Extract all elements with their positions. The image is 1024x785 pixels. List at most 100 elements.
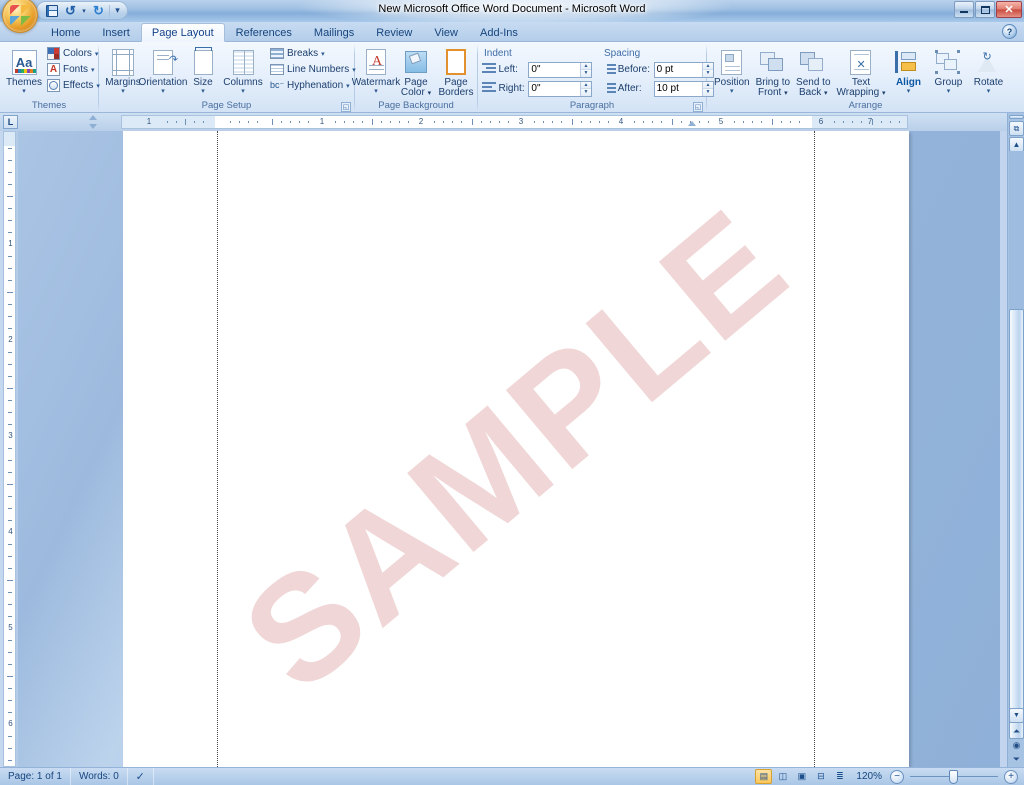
- close-button[interactable]: ✕: [996, 1, 1022, 18]
- document-page[interactable]: SAMPLE: [123, 131, 909, 767]
- scroll-up-arrow[interactable]: ▲: [1009, 137, 1024, 152]
- tab-home[interactable]: Home: [40, 23, 91, 42]
- vertical-ruler[interactable]: 1 2 3 4 5 6: [3, 131, 16, 767]
- theme-fonts-button[interactable]: A Fonts ▾: [44, 62, 103, 77]
- horizontal-ruler[interactable]: 1 1 2 3 4 5 6 7: [121, 115, 908, 129]
- margins-button[interactable]: Margins ▾: [103, 45, 143, 95]
- chevron-down-icon: ▾: [121, 88, 125, 95]
- ruler-number: 1: [146, 117, 152, 126]
- text-wrapping-button[interactable]: ✕ Text Wrapping ▾: [834, 45, 889, 99]
- spin-up-icon[interactable]: ▲: [580, 62, 591, 70]
- document-canvas[interactable]: SAMPLE: [18, 131, 1000, 767]
- indent-left-stepper[interactable]: ▲▼: [528, 61, 592, 78]
- indent-left-input[interactable]: [529, 62, 580, 77]
- breaks-button[interactable]: Breaks ▾: [267, 46, 359, 61]
- tab-mailings[interactable]: Mailings: [303, 23, 365, 42]
- breaks-icon: [270, 48, 284, 59]
- view-full-screen-reading[interactable]: ◫: [774, 769, 791, 784]
- vertical-ruler-area: 1 2 3 4 5 6: [0, 131, 18, 767]
- first-line-indent-marker[interactable]: [89, 115, 98, 129]
- tab-references[interactable]: References: [225, 23, 303, 42]
- send-to-back-button[interactable]: Send to Back ▾: [793, 45, 833, 99]
- scrollbar-track[interactable]: [1009, 151, 1024, 739]
- zoom-slider[interactable]: [906, 769, 1002, 785]
- view-web-layout[interactable]: ▣: [793, 769, 810, 784]
- redo-button[interactable]: ↻: [90, 3, 107, 19]
- spacing-before-stepper[interactable]: ▲▼: [653, 61, 714, 78]
- tab-add-ins[interactable]: Add-Ins: [469, 23, 529, 42]
- orientation-button[interactable]: ↷ Orientation ▾: [139, 45, 187, 95]
- select-browse-object-top-icon[interactable]: ⧉: [1009, 121, 1024, 136]
- indent-right-stepper[interactable]: ▲▼: [528, 80, 592, 97]
- spin-down-icon[interactable]: ▼: [580, 70, 591, 77]
- indent-left-icon: [482, 63, 496, 76]
- previous-page-button[interactable]: ⏶: [1009, 724, 1024, 738]
- chevron-down-icon: ▾: [730, 88, 734, 95]
- zoom-in-button[interactable]: +: [1004, 769, 1018, 784]
- tab-insert[interactable]: Insert: [91, 23, 141, 42]
- view-draft[interactable]: ≣: [831, 769, 848, 784]
- status-right-controls: ▤ ◫ ▣ ⊟ ≣ 120% − +: [755, 769, 1024, 785]
- theme-effects-button[interactable]: Effects ▾: [44, 78, 103, 93]
- word-count[interactable]: Words: 0: [71, 767, 128, 785]
- line-numbers-icon: [270, 64, 284, 75]
- line-numbers-button[interactable]: Line Numbers ▾: [267, 62, 359, 77]
- tab-view[interactable]: View: [423, 23, 469, 42]
- size-button[interactable]: Size ▾: [183, 45, 223, 95]
- watermark-button[interactable]: A Watermark ▾: [352, 45, 400, 95]
- hyphenation-button[interactable]: bc⁻ Hyphenation ▾: [267, 78, 359, 93]
- page-setup-dialog-launcher[interactable]: ◱: [341, 102, 351, 112]
- columns-button[interactable]: Columns ▾: [223, 45, 263, 95]
- spacing-before-input[interactable]: [654, 62, 702, 77]
- watermark-text: SAMPLE: [213, 175, 819, 722]
- page-indicator[interactable]: Page: 1 of 1: [0, 767, 71, 785]
- maximize-restore-button[interactable]: [975, 1, 995, 18]
- help-button[interactable]: ?: [1002, 24, 1017, 39]
- group-button[interactable]: Group ▾: [928, 45, 968, 95]
- page-color-label2: Color ▾: [400, 87, 432, 98]
- view-outline[interactable]: ⊟: [812, 769, 829, 784]
- ruler-row: L 1 1 2 3 4 5 6 7: [0, 113, 1024, 131]
- undo-button[interactable]: ↺: [62, 3, 79, 19]
- rotate-button[interactable]: ↻ Rotate ▾: [968, 45, 1008, 95]
- ribbon-group-paragraph: Indent Left: ▲▼: [478, 42, 714, 112]
- spacing-after-stepper[interactable]: ▲▼: [653, 80, 714, 97]
- position-button[interactable]: Position ▾: [711, 45, 753, 95]
- indent-right-input[interactable]: [529, 81, 580, 96]
- theme-colors-button[interactable]: Colors ▾: [44, 46, 103, 61]
- zoom-level[interactable]: 120%: [850, 771, 888, 782]
- themes-button[interactable]: Aa Themes ▾: [4, 45, 44, 95]
- view-print-layout[interactable]: ▤: [755, 769, 773, 784]
- zoom-out-button[interactable]: −: [890, 769, 904, 784]
- undo-dropdown[interactable]: ▾: [81, 3, 88, 19]
- page-color-button[interactable]: Page Color ▾: [396, 45, 436, 99]
- select-browse-object-button[interactable]: ◉: [1009, 738, 1024, 752]
- theme-fonts-label: Fonts: [63, 64, 89, 75]
- paragraph-dialog-launcher[interactable]: ◱: [693, 102, 703, 112]
- page-borders-button[interactable]: Page Borders: [436, 45, 476, 98]
- tab-review[interactable]: Review: [365, 23, 423, 42]
- bring-to-front-button[interactable]: Bring to Front ▾: [753, 45, 793, 99]
- split-window-handle[interactable]: [1009, 115, 1024, 119]
- group-icon: [935, 47, 961, 77]
- proofing-status-button[interactable]: ✓: [128, 767, 154, 785]
- scroll-down-arrow[interactable]: ▼: [1009, 708, 1024, 723]
- spin-down-icon[interactable]: ▼: [580, 89, 591, 96]
- redo-icon: ↻: [93, 3, 104, 18]
- save-button[interactable]: [43, 3, 60, 19]
- customize-quick-access-toolbar-button[interactable]: ▾: [112, 3, 123, 19]
- align-icon: [895, 47, 921, 77]
- next-page-button[interactable]: ⏷: [1009, 752, 1024, 766]
- tab-page-layout[interactable]: Page Layout: [140, 23, 225, 42]
- scrollbar-thumb[interactable]: [1009, 309, 1024, 739]
- word-application-window: New Microsoft Office Word Document - Mic…: [0, 0, 1024, 785]
- tab-stop-selector[interactable]: L: [3, 115, 18, 129]
- spacing-before-icon: [602, 63, 616, 76]
- spin-up-icon[interactable]: ▲: [580, 81, 591, 89]
- align-button[interactable]: Align ▾: [888, 45, 928, 95]
- zoom-slider-thumb[interactable]: [949, 769, 958, 784]
- right-indent-marker[interactable]: [688, 121, 697, 128]
- vertical-scrollbar[interactable]: ⧉ ▲ ▼ ⏶ ◉ ⏷: [1007, 113, 1024, 767]
- spacing-after-input[interactable]: [654, 81, 702, 96]
- minimize-button[interactable]: [954, 1, 974, 18]
